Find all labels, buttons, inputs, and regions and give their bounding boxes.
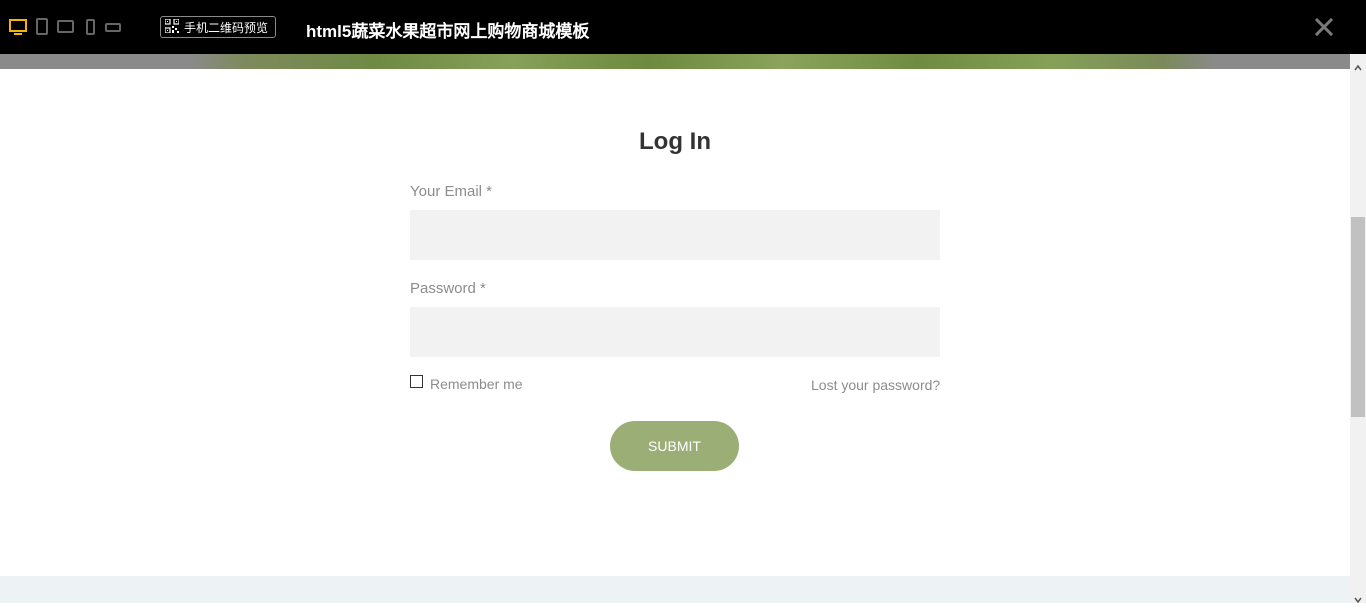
email-label: Your Email * xyxy=(410,183,492,200)
login-section: Log In Your Email * Password * Remember … xyxy=(0,69,1350,576)
submit-button[interactable]: SUBMIT xyxy=(610,421,739,471)
page-title: html5蔬菜水果超市网上购物商城模板 xyxy=(306,22,590,41)
hero-image xyxy=(0,54,1350,69)
remember-me[interactable]: Remember me xyxy=(410,375,523,392)
email-field[interactable] xyxy=(410,210,940,260)
preview-toolbar: 手机二维码预览 html5蔬菜水果超市网上购物商城模板 xyxy=(0,0,1366,54)
scroll-thumb[interactable] xyxy=(1351,217,1365,417)
footer xyxy=(0,576,1350,603)
scroll-up-icon[interactable] xyxy=(1354,59,1362,71)
remember-label: Remember me xyxy=(430,376,523,392)
lost-password-link[interactable]: Lost your password? xyxy=(811,377,940,393)
remember-checkbox[interactable] xyxy=(410,375,423,388)
qr-code-icon xyxy=(164,17,180,36)
password-field[interactable] xyxy=(410,307,940,357)
scrollbar[interactable] xyxy=(1350,54,1366,604)
login-heading: Log In xyxy=(639,128,711,155)
phone-landscape-icon[interactable] xyxy=(105,18,123,38)
tablet-portrait-icon[interactable] xyxy=(36,18,48,38)
phone-portrait-icon[interactable] xyxy=(86,18,96,38)
desktop-icon[interactable] xyxy=(9,18,27,38)
qr-preview-label: 手机二维码预览 xyxy=(184,20,269,35)
close-icon[interactable] xyxy=(1313,16,1335,38)
scroll-down-icon[interactable] xyxy=(1354,591,1362,604)
tablet-landscape-icon[interactable] xyxy=(57,18,75,38)
mobile-qr-preview-button[interactable]: 手机二维码预览 xyxy=(160,16,276,38)
password-label: Password * xyxy=(410,280,486,297)
